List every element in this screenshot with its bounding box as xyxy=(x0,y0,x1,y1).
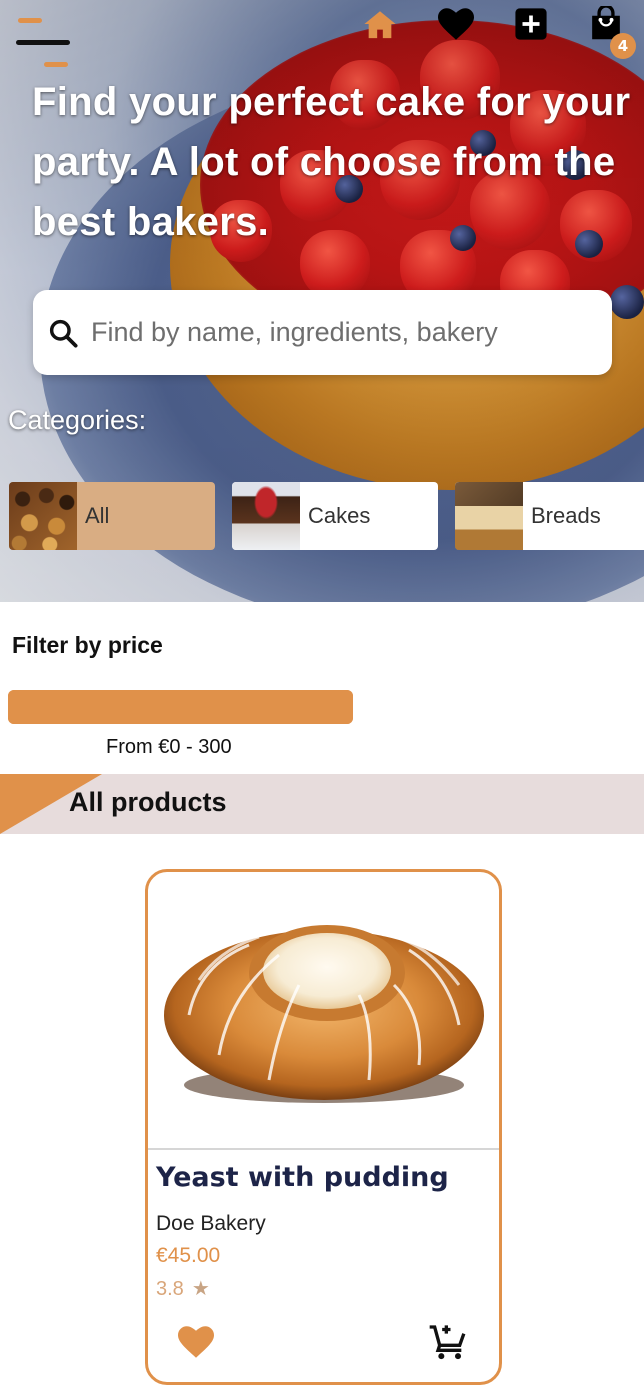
cart-count-badge: 4 xyxy=(610,33,636,59)
pastry-image xyxy=(163,925,484,1103)
home-button[interactable] xyxy=(362,6,398,42)
menu-icon-line xyxy=(44,62,68,67)
search-icon xyxy=(45,315,81,351)
category-thumbnail xyxy=(232,482,300,550)
product-bakery: Doe Bakery xyxy=(156,1212,266,1235)
category-chip-cakes[interactable]: Cakes xyxy=(232,482,438,550)
category-chip-label: Breads xyxy=(531,503,601,528)
section-title: All products xyxy=(69,787,227,817)
categories-label: Categories: xyxy=(8,405,147,435)
category-chip-breads[interactable]: Breads xyxy=(455,482,644,550)
favorites-button[interactable] xyxy=(438,6,474,42)
category-thumbnail xyxy=(9,482,77,550)
heart-icon xyxy=(438,8,474,40)
category-chip-label: Cakes xyxy=(308,503,371,528)
heart-icon xyxy=(178,1326,214,1358)
product-price: €45.00 xyxy=(156,1244,221,1267)
product-card[interactable]: Yeast with pudding Doe Bakery €45.00 3.8… xyxy=(145,869,502,1385)
category-chip-all[interactable]: All xyxy=(9,482,215,550)
search-bar[interactable] xyxy=(33,290,612,375)
filter-title: Filter by price xyxy=(12,632,163,658)
menu-button[interactable] xyxy=(16,16,72,70)
product-image xyxy=(148,872,499,1150)
add-to-cart-icon xyxy=(429,1325,466,1360)
add-icon xyxy=(515,8,547,40)
price-range-fill xyxy=(8,690,353,724)
home-icon xyxy=(364,11,396,39)
hero-headline: Find your perfect cake for your party. A… xyxy=(32,80,631,244)
product-name[interactable]: Yeast with pudding xyxy=(156,1162,449,1193)
menu-icon xyxy=(18,18,42,23)
add-to-favorites-button[interactable] xyxy=(178,1326,218,1366)
star-icon: ★ xyxy=(191,1278,210,1300)
hero-banner: 4 Find your perfect cake for your party.… xyxy=(0,0,644,602)
category-thumbnail xyxy=(455,482,523,550)
price-range-slider[interactable] xyxy=(8,690,353,724)
category-chip-label: All xyxy=(85,503,110,528)
add-button[interactable] xyxy=(513,6,549,42)
product-rating: 3.8 ★ xyxy=(156,1276,210,1301)
section-header: All products xyxy=(0,774,644,834)
add-to-cart-button[interactable] xyxy=(428,1322,472,1366)
rating-value: 3.8 xyxy=(156,1278,184,1300)
price-range-text: From €0 - 300 xyxy=(106,736,232,758)
menu-icon-line xyxy=(16,40,70,45)
search-input[interactable] xyxy=(91,317,591,348)
